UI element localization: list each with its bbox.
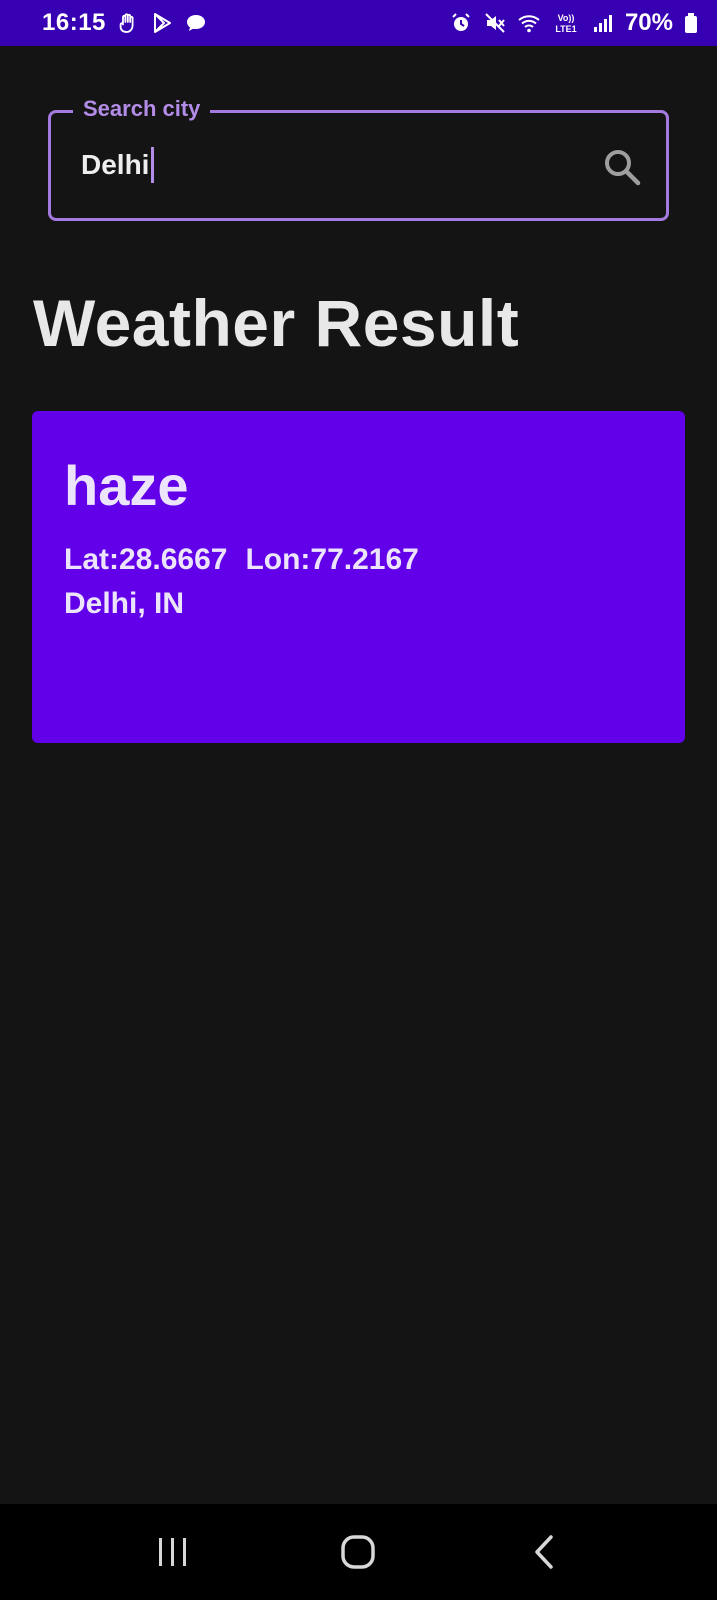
status-bar: 16:15 Vo)) LTE1 70% [0,0,717,46]
back-icon[interactable] [514,1522,574,1582]
search-input[interactable]: Delhi [81,147,155,183]
svg-text:LTE1: LTE1 [555,24,576,34]
svg-text:Vo)): Vo)) [558,13,575,23]
search-input-value[interactable]: Delhi [81,149,149,181]
alarm-icon [449,11,473,35]
recent-apps-icon[interactable] [143,1522,203,1582]
weather-condition: haze [64,454,189,517]
signal-icon [591,11,615,35]
home-icon[interactable] [328,1522,388,1582]
battery-icon [683,11,699,35]
coordinates-row: Lat:28.6667 Lon:77.2167 [64,543,685,577]
page-title: Weather Result [33,286,520,360]
search-city-field[interactable]: Search city Delhi [48,96,669,221]
search-icon[interactable] [602,147,642,187]
chat-bubble-icon [184,11,208,35]
text-cursor [151,147,155,183]
volte-icon: Vo)) LTE1 [551,11,581,35]
wifi-icon [517,11,541,35]
latitude: Lat:28.6667 [64,542,228,576]
mute-icon [483,11,507,35]
battery-percentage: 70% [624,9,673,36]
longitude: Lon:77.2167 [245,542,419,576]
play-store-icon [150,11,174,35]
gesture-icon [116,11,140,35]
search-field-label: Search city [73,96,211,122]
app-screen: 16:15 Vo)) LTE1 70% Search city Delhi We… [0,0,717,1600]
status-right-group: Vo)) LTE1 70% [449,9,699,37]
status-left-group: 16:15 [42,9,208,37]
weather-result-card: haze Lat:28.6667 Lon:77.2167 Delhi, IN [32,411,685,743]
system-navigation-bar [0,1504,717,1600]
location-name: Delhi, IN [64,586,185,620]
status-time: 16:15 [42,9,106,36]
